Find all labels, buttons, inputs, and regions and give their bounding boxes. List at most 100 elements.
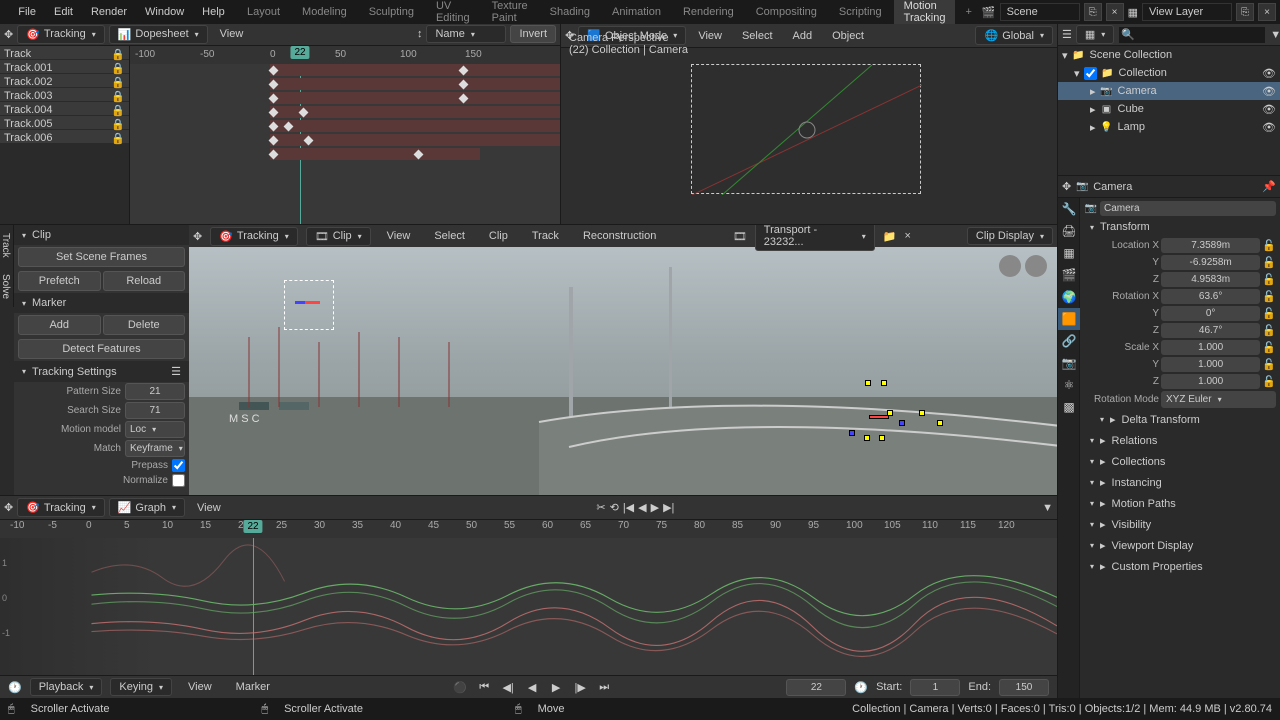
outliner-row[interactable]: ▸💡Lamp👁	[1058, 118, 1280, 136]
dopesheet-canvas[interactable]: -100 -50 0 50 100 150 22	[130, 46, 560, 224]
zoom-icon[interactable]	[1025, 255, 1047, 277]
viewport-display-header[interactable]: ▸ Viewport Display	[1082, 535, 1278, 556]
rot-z-input[interactable]: 46.7°	[1161, 323, 1260, 338]
lock-icon[interactable]: 🔒	[111, 118, 125, 127]
jump-end-icon[interactable]: ⏭	[596, 679, 612, 695]
jump-prev-icon[interactable]: ◀	[638, 501, 646, 514]
add-marker-button[interactable]: Add	[18, 315, 101, 335]
pattern-size-input[interactable]: 21	[125, 383, 185, 400]
workspace-tab[interactable]: Modeling	[292, 2, 357, 22]
track-marker[interactable]	[881, 380, 887, 386]
clip-panel-header[interactable]: Clip	[14, 225, 189, 245]
constraints-tab-icon[interactable]: 🔗	[1058, 330, 1080, 352]
lock-icon[interactable]: 🔓	[1262, 358, 1276, 371]
output-tab-icon[interactable]: 🖨	[1058, 220, 1080, 242]
lock-icon[interactable]: 🔓	[1262, 375, 1276, 388]
reload-button[interactable]: Reload	[103, 271, 186, 291]
clip-view-menu[interactable]: View	[379, 226, 419, 246]
eye-icon[interactable]: 👁	[1262, 85, 1276, 98]
data-tab-icon[interactable]: 📷	[1058, 352, 1080, 374]
dopesheet-submode-dropdown[interactable]: 📊Dopesheet	[109, 25, 208, 44]
filter-icon[interactable]: ▼	[1270, 29, 1280, 41]
workspace-tab[interactable]: Scripting	[829, 2, 892, 22]
add-workspace-icon[interactable]: +	[957, 2, 979, 22]
menu-file[interactable]: File	[10, 2, 44, 22]
playback-dropdown[interactable]: Playback	[30, 678, 103, 696]
new-viewlayer-icon[interactable]: ⎘	[1236, 3, 1254, 21]
object-tab-icon[interactable]: 🟧	[1058, 308, 1080, 330]
workspace-tab[interactable]: Rendering	[673, 2, 744, 22]
track-row[interactable]: Track.001🔒	[0, 60, 129, 74]
track-marker[interactable]	[899, 420, 905, 426]
instancing-header[interactable]: ▸ Instancing	[1082, 472, 1278, 493]
track-row[interactable]: Track.002🔒	[0, 74, 129, 88]
clip-track-menu[interactable]: Track	[524, 226, 567, 246]
clip-file-dropdown[interactable]: Transport - 23232...	[755, 225, 875, 251]
invert-button[interactable]: Invert	[510, 25, 556, 43]
workspace-tab[interactable]: Animation	[602, 2, 671, 22]
delta-transform-header[interactable]: ▸ Delta Transform	[1082, 409, 1278, 430]
keyframe-prev-icon[interactable]: ◀|	[500, 679, 516, 695]
lock-icon[interactable]: 🔓	[1262, 290, 1276, 303]
editor-type-icon[interactable]: ☰	[1062, 28, 1072, 41]
track-marker[interactable]	[919, 410, 925, 416]
viewlayer-input[interactable]	[1142, 3, 1232, 21]
marker-panel-header[interactable]: Marker	[14, 293, 189, 313]
lock-icon[interactable]: 🔒	[111, 76, 125, 85]
eye-icon[interactable]: 👁	[1262, 121, 1276, 134]
workspace-tab[interactable]: Compositing	[746, 2, 827, 22]
editor-type-icon[interactable]: ✥	[4, 28, 13, 41]
lock-icon[interactable]: 🔒	[111, 104, 125, 113]
clip-select-menu[interactable]: Select	[426, 226, 473, 246]
pin-icon[interactable]: 📌	[1262, 180, 1276, 193]
tool-icon[interactable]: ✂	[596, 501, 605, 514]
track-row[interactable]: Track.004🔒	[0, 102, 129, 116]
track-marker[interactable]	[849, 430, 855, 436]
rotation-mode-dropdown[interactable]: XYZ Euler	[1161, 391, 1276, 408]
lock-icon[interactable]: 🔓	[1262, 324, 1276, 337]
graph-view-menu[interactable]: View	[189, 498, 229, 518]
menu-window[interactable]: Window	[137, 2, 192, 22]
scene-name-input[interactable]	[1000, 3, 1080, 21]
outliner-row[interactable]: ▸📷Camera👁	[1058, 82, 1280, 100]
visibility-header[interactable]: ▸ Visibility	[1082, 514, 1278, 535]
scale-z-input[interactable]: 1.000	[1161, 374, 1260, 389]
close-clip-icon[interactable]: ×	[904, 230, 910, 242]
lock-icon[interactable]: 🔒	[111, 90, 125, 99]
rot-x-input[interactable]: 63.6°	[1161, 289, 1260, 304]
track-row[interactable]: Track.005🔒	[0, 116, 129, 130]
menu-render[interactable]: Render	[83, 2, 135, 22]
orientation-dropdown[interactable]: 🌐Global	[975, 26, 1053, 45]
outliner-row[interactable]: ▸▣Cube👁	[1058, 100, 1280, 118]
workspace-tab[interactable]: Sculpting	[359, 2, 424, 22]
graph-ruler[interactable]: -10 -5 0 5 10 15 20 22 25 30 35 40 45 50…	[0, 520, 1057, 538]
detect-features-button[interactable]: Detect Features	[18, 339, 185, 359]
sort-icon[interactable]: ↕	[417, 28, 423, 40]
delete-scene-icon[interactable]: ×	[1106, 3, 1124, 21]
editor-type-icon[interactable]: ✥	[1062, 180, 1071, 193]
normalize-checkbox[interactable]	[172, 474, 185, 487]
lock-icon[interactable]: 🔓	[1262, 239, 1276, 252]
menu-edit[interactable]: Edit	[46, 2, 81, 22]
prepass-checkbox[interactable]	[172, 459, 185, 472]
preset-icon[interactable]: ☰	[171, 365, 181, 378]
collections-header[interactable]: ▸ Collections	[1082, 451, 1278, 472]
scale-y-input[interactable]: 1.000	[1161, 357, 1260, 372]
tracking-settings-header[interactable]: Tracking Settings☰	[14, 361, 189, 382]
3d-viewport[interactable]: ✥ 🟦Object Mode View Select Add Object 🌐G…	[560, 24, 1057, 224]
keying-dropdown[interactable]: Keying	[110, 678, 172, 696]
new-scene-icon[interactable]: ⎘	[1084, 3, 1102, 21]
tracking-mode-dropdown[interactable]: 🎯Tracking	[17, 25, 105, 44]
vp-object-menu[interactable]: Object	[824, 26, 872, 46]
motion-paths-header[interactable]: ▸ Motion Paths	[1082, 493, 1278, 514]
menu-help[interactable]: Help	[194, 2, 233, 22]
keyframe-next-icon[interactable]: |▶	[572, 679, 588, 695]
track-vtab[interactable]: Track	[0, 225, 14, 266]
object-name-input[interactable]: Camera	[1100, 201, 1276, 216]
match-dropdown[interactable]: Keyframe	[125, 440, 185, 457]
loc-z-input[interactable]: 4.9583m	[1161, 272, 1260, 287]
editor-type-icon[interactable]: ✥	[193, 230, 202, 243]
outliner-row[interactable]: ▾📁Scene Collection	[1058, 46, 1280, 64]
search-size-input[interactable]: 71	[125, 402, 185, 419]
graph-submode-dropdown[interactable]: 📈Graph	[109, 498, 185, 517]
